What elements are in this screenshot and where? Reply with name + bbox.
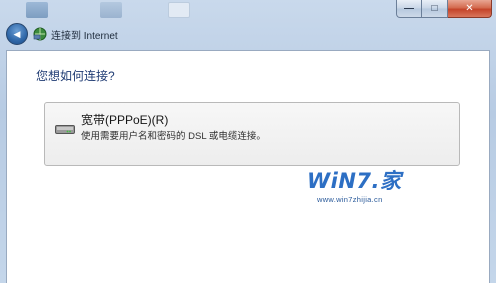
back-arrow-icon: ◀ xyxy=(13,28,21,39)
maximize-button[interactable]: □ xyxy=(422,0,448,18)
document-icon xyxy=(168,2,190,18)
wizard-content: 您想如何连接? 宽带(PPPoE)(R) 使用需要用户名和密码的 DSL 或电缆… xyxy=(6,50,490,283)
caption-buttons: — □ ✕ xyxy=(396,0,492,18)
navigation-bar: ◀ 连接到 Internet xyxy=(0,20,496,48)
back-button[interactable]: ◀ xyxy=(6,23,28,45)
close-button[interactable]: ✕ xyxy=(448,0,492,18)
desktop-icon xyxy=(100,2,122,18)
background-desktop-icons xyxy=(20,0,220,20)
page-heading: 您想如何连接? xyxy=(36,69,115,83)
watermark-url: www.win7zhijia.cn xyxy=(317,195,383,204)
window-title: 连接到 Internet xyxy=(51,31,118,42)
minimize-button[interactable]: — xyxy=(396,0,422,18)
watermark-logo: WiN7.家 xyxy=(307,169,402,193)
modem-icon xyxy=(55,125,75,134)
option-title: 宽带(PPPoE)(R) xyxy=(81,113,169,127)
option-description: 使用需要用户名和密码的 DSL 或电缆连接。 xyxy=(81,131,266,142)
watermark: WiN7.家 www.win7zhijia.cn xyxy=(307,161,471,221)
desktop-icon xyxy=(26,2,48,18)
option-broadband-pppoe[interactable]: 宽带(PPPoE)(R) 使用需要用户名和密码的 DSL 或电缆连接。 xyxy=(44,102,460,166)
network-icon xyxy=(33,27,47,41)
